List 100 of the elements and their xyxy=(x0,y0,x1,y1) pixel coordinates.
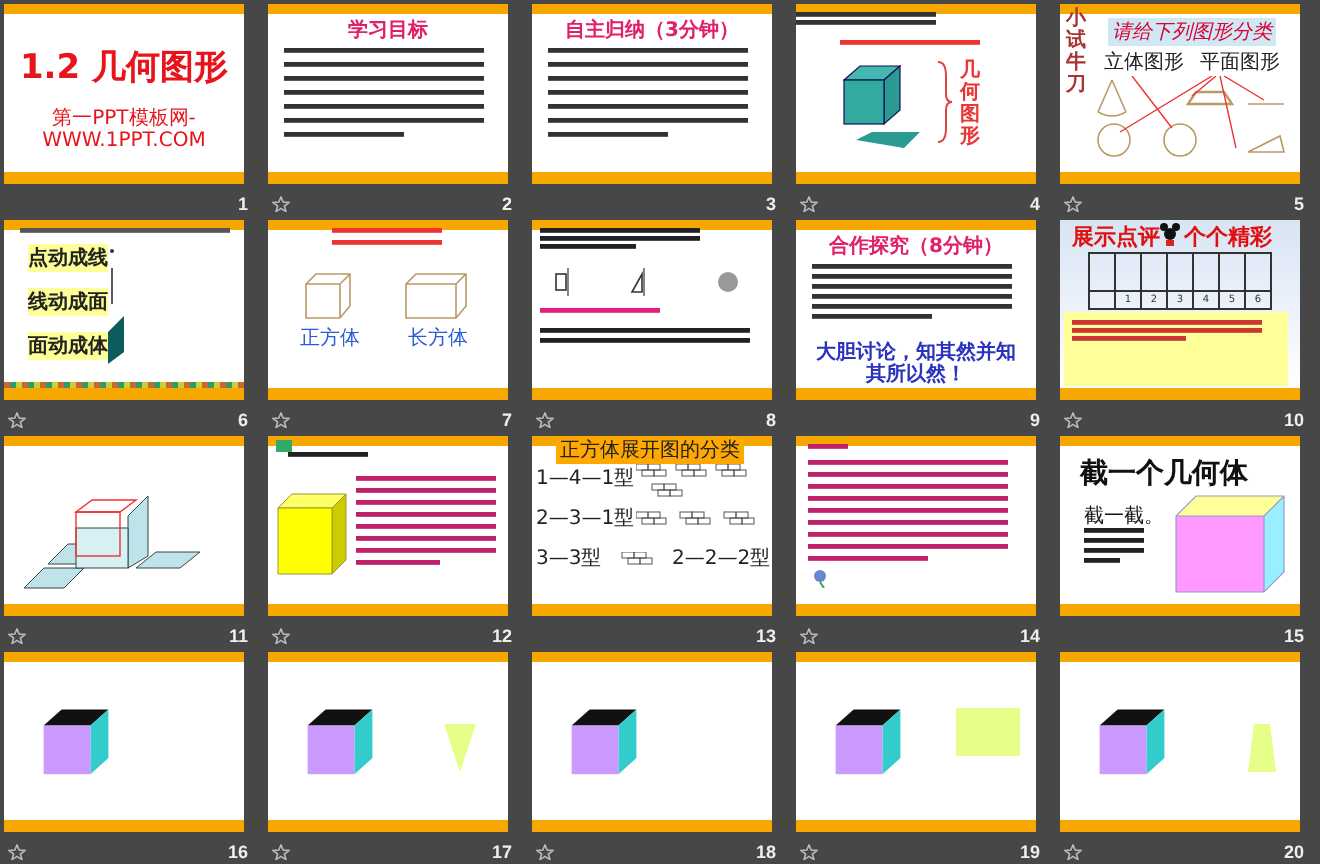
text-lines-drawing xyxy=(796,12,936,26)
animation-icon[interactable] xyxy=(272,412,290,428)
text-lines-drawing xyxy=(356,476,496,566)
table-header-cell xyxy=(1246,254,1272,292)
slide-number: 7 xyxy=(501,410,512,430)
table-row-header-cell xyxy=(1090,292,1116,310)
animation-icon[interactable] xyxy=(272,196,290,212)
slide-subtitle: 第一PPT模板网-WWW.1PPT.COM xyxy=(40,108,208,152)
slide-number: 1 xyxy=(237,194,248,214)
cube-drawing xyxy=(40,704,112,776)
slide-number: 5 xyxy=(1293,194,1304,214)
slide-title: 正方体展开图的分类 xyxy=(556,436,744,464)
slide-thumbnail[interactable] xyxy=(268,436,508,616)
cube-nets-drawing xyxy=(636,464,760,530)
animation-icon[interactable] xyxy=(1064,844,1082,860)
animation-icon[interactable] xyxy=(8,412,26,428)
trapezoid-section-drawing xyxy=(1248,724,1276,772)
slide-thumbnail[interactable]: 正方体展开图的分类 1—4—1型 2—3—1型 3—3型 2—2—2型 xyxy=(532,436,772,616)
text-lines-drawing xyxy=(288,452,368,458)
shape-label: 长方体 xyxy=(408,325,468,352)
net-type-label: 2—2—2型 xyxy=(672,545,771,572)
slide-thumbnail[interactable] xyxy=(4,652,244,832)
slide-thumbnail[interactable]: 1.2 几何图形 第一PPT模板网-WWW.1PPT.COM xyxy=(4,4,244,184)
animation-icon[interactable] xyxy=(1064,196,1082,212)
category-label: 立体图形 xyxy=(1104,49,1184,76)
slide-number: 18 xyxy=(755,842,776,862)
slide-title: 1.2 几何图形 xyxy=(17,46,231,90)
text-lines-drawing xyxy=(808,444,848,450)
slide-thumbnail[interactable] xyxy=(268,652,508,832)
slide-number: 19 xyxy=(1019,842,1040,862)
brace-icon xyxy=(936,60,952,144)
slide-prompt: 请给下列图形分类 xyxy=(1108,18,1276,46)
cube-net-drawing xyxy=(620,552,656,566)
slide-title: 个个精彩 xyxy=(1184,222,1272,252)
shape-label: 正方体 xyxy=(300,325,360,352)
slide-thumbnail[interactable] xyxy=(1060,652,1300,832)
slide-thumbnail[interactable]: 截一个几何体 截一截。 xyxy=(1060,436,1300,616)
slide-thumbnail[interactable] xyxy=(796,652,1036,832)
motion-drawing xyxy=(104,248,128,364)
slide-thumbnail[interactable] xyxy=(796,436,1036,616)
table-header-cell xyxy=(1220,254,1246,292)
slide-number: 17 xyxy=(491,842,512,862)
animation-icon[interactable] xyxy=(536,844,554,860)
slide-text: 大胆讨论，知其然并知其所以然！ xyxy=(814,342,1018,386)
slide-thumbnail[interactable]: 学习目标 xyxy=(268,4,508,184)
animation-icon[interactable] xyxy=(800,844,818,860)
cube-drawing xyxy=(1096,704,1168,776)
slide-text: 截一截。 xyxy=(1084,503,1164,530)
slide-number: 11 xyxy=(228,626,248,646)
slide-thumbnail[interactable]: 几何图形 xyxy=(796,4,1036,184)
table-header-cell xyxy=(1090,254,1116,292)
cube-drawing xyxy=(276,492,348,576)
table-header-cell xyxy=(1116,254,1142,292)
highlighted-label: 线动成面 xyxy=(28,288,108,316)
box-drawing xyxy=(404,272,468,320)
slide-number: 13 xyxy=(755,626,776,646)
net-type-label: 3—3型 xyxy=(536,545,602,572)
animation-icon[interactable] xyxy=(536,412,554,428)
animation-icon[interactable] xyxy=(8,844,26,860)
text-lines-drawing xyxy=(540,308,660,314)
text-lines-drawing xyxy=(840,40,980,46)
flower-icon xyxy=(812,568,832,588)
slide-number: 12 xyxy=(491,626,512,646)
cube-drawing xyxy=(832,704,904,776)
book-icon xyxy=(276,440,292,452)
brace-label: 几何图形 xyxy=(960,60,980,148)
cube-drawing xyxy=(304,704,376,776)
animation-icon[interactable] xyxy=(8,628,26,644)
slide-title: 合作探究（8分钟） xyxy=(827,233,1005,260)
slide-thumbnail[interactable] xyxy=(4,436,244,616)
animation-icon[interactable] xyxy=(800,628,818,644)
slide-thumbnail[interactable] xyxy=(532,652,772,832)
animation-icon[interactable] xyxy=(272,844,290,860)
table-header-cell xyxy=(1168,254,1194,292)
animation-icon[interactable] xyxy=(1064,412,1082,428)
side-title: 小试牛刀 xyxy=(1066,8,1086,96)
slide-title: 截一个几何体 xyxy=(1080,456,1248,492)
slide-number: 9 xyxy=(1029,410,1040,430)
net-type-label: 2—3—1型 xyxy=(536,505,635,532)
slide-thumbnail[interactable]: 合作探究（8分钟） 大胆讨论，知其然并知其所以然！ xyxy=(796,220,1036,400)
text-lines-drawing xyxy=(332,228,442,246)
slide-number: 15 xyxy=(1283,626,1304,646)
slide-number: 4 xyxy=(1029,194,1040,214)
slide-thumbnail[interactable]: 小试牛刀 请给下列图形分类 立体图形 平面图形 xyxy=(1060,4,1300,184)
highlighted-label: 点动成线 xyxy=(28,244,108,272)
slide-thumbnail[interactable]: 自主归纳（3分钟） xyxy=(532,4,772,184)
animation-icon[interactable] xyxy=(800,196,818,212)
animation-icon[interactable] xyxy=(272,628,290,644)
slide-number: 20 xyxy=(1283,842,1304,862)
slide-thumbnail[interactable]: 点动成线 线动成面 面动成体 xyxy=(4,220,244,400)
net-type-label: 1—4—1型 xyxy=(536,465,635,492)
cube-drawing xyxy=(568,704,640,776)
slide-number: 3 xyxy=(765,194,776,214)
slide-number: 8 xyxy=(765,410,776,430)
slide-thumbnail[interactable] xyxy=(532,220,772,400)
text-lines-drawing xyxy=(1084,528,1144,564)
box-drawing xyxy=(304,272,352,320)
slide-thumbnail[interactable]: 正方体 长方体 xyxy=(268,220,508,400)
table-header-cell xyxy=(1194,254,1220,292)
slide-number: 2 xyxy=(501,194,512,214)
